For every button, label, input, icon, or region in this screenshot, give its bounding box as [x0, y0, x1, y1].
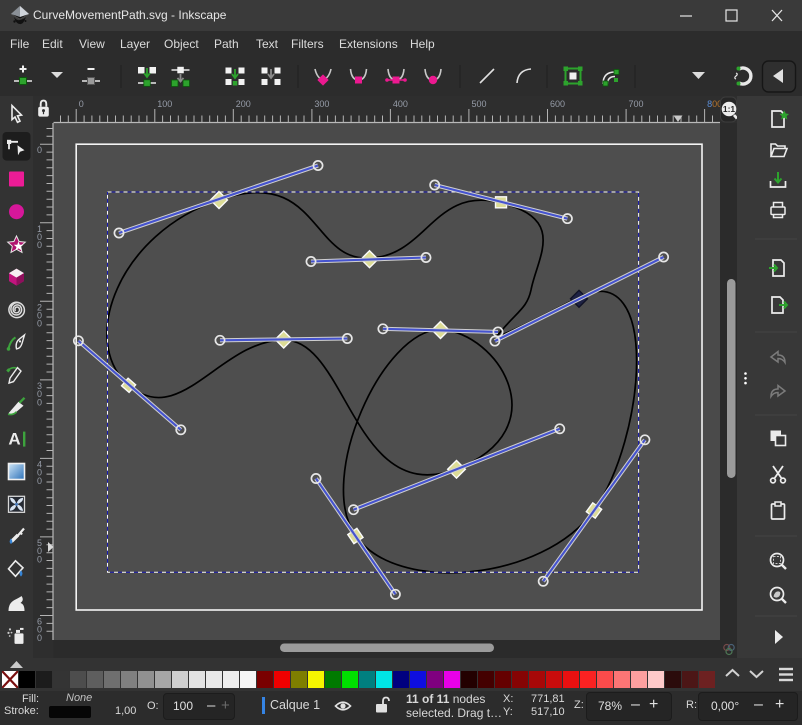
svg-text:100: 100	[157, 99, 172, 109]
svg-text:0: 0	[37, 319, 42, 329]
svg-text:300: 300	[314, 99, 329, 109]
svg-text:500: 500	[471, 99, 486, 109]
svg-text:400: 400	[393, 99, 408, 109]
svg-text:0: 0	[37, 633, 42, 643]
svg-text:800: 800	[707, 99, 722, 109]
svg-text:0: 0	[37, 145, 42, 155]
svg-text:700: 700	[629, 99, 644, 109]
svg-text:A: A	[8, 430, 20, 449]
svg-text:200: 200	[236, 99, 251, 109]
svg-text:0: 0	[37, 554, 42, 564]
svg-text:0: 0	[79, 99, 84, 109]
svg-text:0: 0	[37, 476, 42, 486]
svg-text:600: 600	[550, 99, 565, 109]
svg-text:1:1: 1:1	[723, 104, 736, 114]
svg-text:0: 0	[37, 240, 42, 250]
svg-text:0: 0	[37, 397, 42, 407]
